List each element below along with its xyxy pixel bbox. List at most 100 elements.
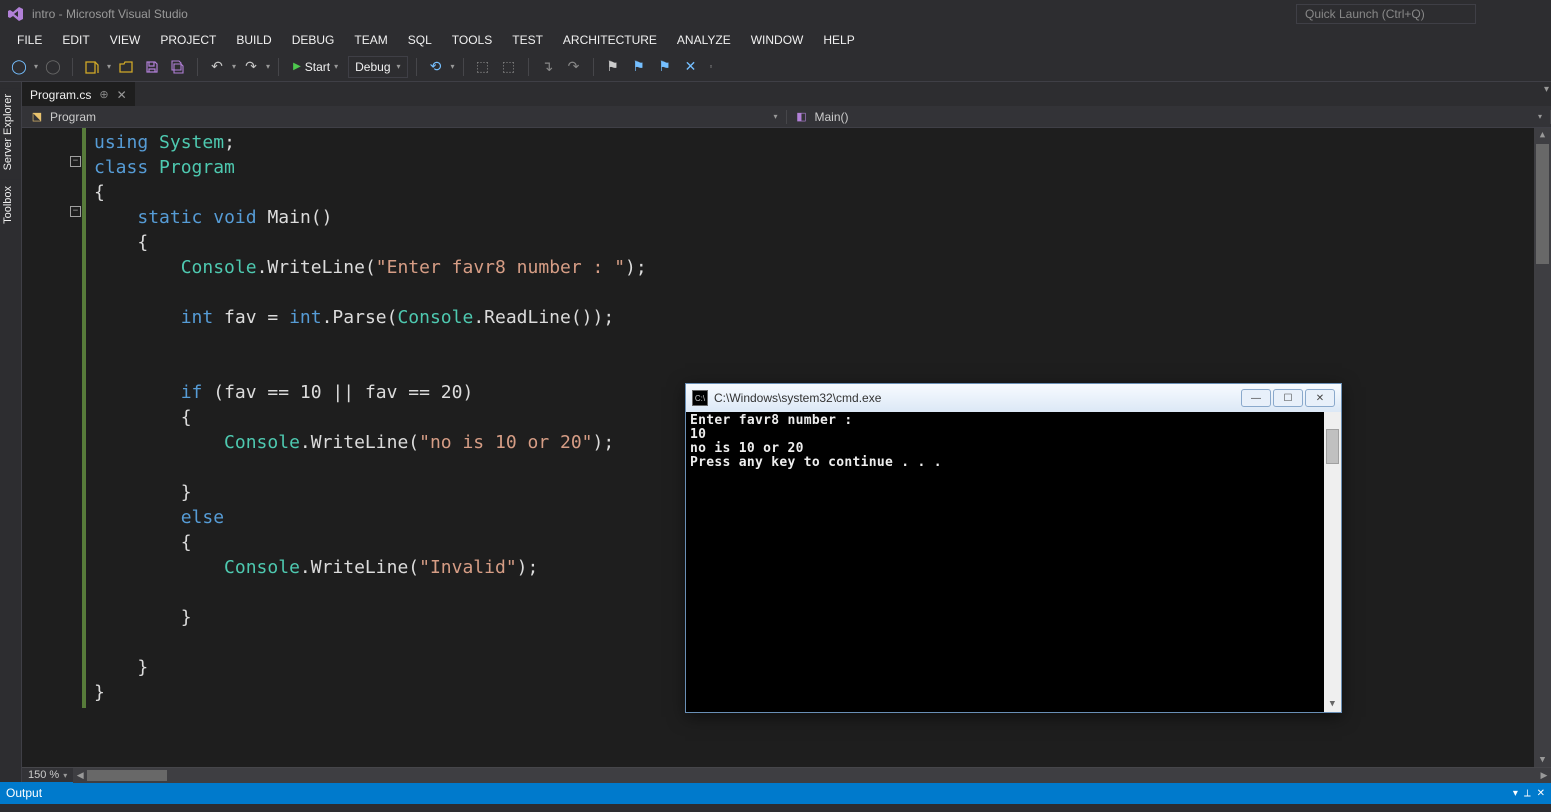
code-lines: using System; class Program { static voi… [82,128,647,767]
undo-icon[interactable]: ↶ [206,56,228,78]
window-position-icon[interactable]: ▾ [1513,788,1518,799]
menu-view[interactable]: VIEW [101,30,150,50]
menu-file[interactable]: FILE [8,30,51,50]
fold-gutter: − − [22,128,82,767]
toolbox-tab[interactable]: Toolbox [0,180,21,230]
breadcrumb-method[interactable]: ◧ Main() ▾ [787,110,1551,124]
scroll-left-icon[interactable]: ◀ [73,768,87,783]
chevron-down-icon: ▾ [63,771,67,780]
method-icon: ◧ [795,110,809,124]
menu-window[interactable]: WINDOW [742,30,813,50]
output-panel-header[interactable]: Output ▾ ⟂ ✕ [0,782,1551,804]
comment-out-icon[interactable]: ⬚ [472,56,494,78]
nav-forward-icon[interactable]: ◯ [42,56,64,78]
start-label: Start [305,60,330,74]
nav-back-icon[interactable]: ◯ [8,56,30,78]
new-project-icon[interactable] [81,56,103,78]
config-dropdown[interactable]: Debug ▾ [348,56,407,78]
menu-build[interactable]: BUILD [227,30,280,50]
bookmark-clear-icon[interactable]: ✕ [680,56,702,78]
breadcrumb-class-label: Program [50,110,96,124]
scroll-thumb[interactable] [1326,429,1339,464]
menu-edit[interactable]: EDIT [53,30,98,50]
redo-icon[interactable]: ↷ [240,56,262,78]
menu-bar: FILE EDIT VIEW PROJECT BUILD DEBUG TEAM … [0,28,1551,52]
breadcrumb-row: ⬔ Program ▾ ◧ Main() ▾ [22,106,1551,128]
zoom-label: 150 % [28,769,59,781]
scroll-thumb[interactable] [1536,144,1549,264]
console-line: 10 [690,427,706,442]
chevron-down-icon: ▾ [397,62,401,71]
fold-toggle-icon[interactable]: − [70,156,81,167]
console-line: Enter favr8 number : [690,413,853,428]
scroll-right-icon[interactable]: ▶ [1537,768,1551,783]
step-into-icon[interactable]: ↴ [537,56,559,78]
console-line: Press any key to continue . . . [690,455,942,470]
browser-link-icon[interactable]: ⟲ [425,56,447,78]
server-explorer-tab[interactable]: Server Explorer [0,88,21,176]
step-over-icon[interactable]: ↷ [563,56,585,78]
save-all-icon[interactable] [167,56,189,78]
chevron-down-icon: ▾ [773,112,777,121]
scroll-down-icon[interactable]: ▼ [1534,753,1551,767]
menu-sql[interactable]: SQL [399,30,441,50]
play-icon: ▶ [293,61,301,72]
config-label: Debug [355,60,390,74]
tab-row: Program.cs ⊕ ✕ ▾ [22,82,1551,106]
find-in-files-icon[interactable]: ⚑ [602,56,624,78]
scroll-down-icon[interactable]: ▼ [1324,695,1341,712]
scroll-thumb[interactable] [87,770,167,781]
console-title-text: C:\Windows\system32\cmd.exe [714,391,881,405]
console-scrollbar[interactable]: ▲ ▼ [1324,412,1341,712]
separator [197,58,198,76]
tab-overflow-chevron-icon[interactable]: ▾ [1544,84,1549,95]
auto-hide-pin-icon[interactable]: ⟂ [1524,788,1531,799]
separator [416,58,417,76]
separator [72,58,73,76]
bookmark-next-icon[interactable]: ⚑ [654,56,676,78]
toolbar: ◯ ▾ ◯ ▾ ↶ ▾ ↷ ▾ ▶ Start ▾ Debug ▾ ⟲ ▾ ⬚ … [0,52,1551,82]
close-tab-icon[interactable]: ✕ [117,88,127,102]
console-window[interactable]: C:\ C:\Windows\system32\cmd.exe — ☐ ✕ En… [685,383,1342,713]
open-file-icon[interactable] [115,56,137,78]
menu-architecture[interactable]: ARCHITECTURE [554,30,666,50]
close-button[interactable]: ✕ [1305,389,1335,407]
minimize-button[interactable]: — [1241,389,1271,407]
close-panel-icon[interactable]: ✕ [1537,788,1545,799]
console-output[interactable]: Enter favr8 number : 10 no is 10 or 20 P… [686,412,1341,712]
title-bar: intro - Microsoft Visual Studio Quick La… [0,0,1551,28]
menu-project[interactable]: PROJECT [151,30,225,50]
pin-icon[interactable]: ⊕ [99,88,108,101]
menu-tools[interactable]: TOOLS [443,30,501,50]
file-tab-program[interactable]: Program.cs ⊕ ✕ [22,82,135,106]
cmd-icon: C:\ [692,390,708,406]
change-indicator [82,128,86,708]
left-side-rail: Server Explorer Toolbox [0,82,22,782]
separator [278,58,279,76]
console-title-bar[interactable]: C:\ C:\Windows\system32\cmd.exe — ☐ ✕ [686,384,1341,412]
start-button[interactable]: ▶ Start ▾ [287,60,344,74]
vertical-scrollbar[interactable]: ▲ ▼ [1534,128,1551,767]
separator [528,58,529,76]
separator [463,58,464,76]
visual-studio-logo-icon [8,6,24,22]
uncomment-icon[interactable]: ⬚ [498,56,520,78]
menu-analyze[interactable]: ANALYZE [668,30,740,50]
maximize-button[interactable]: ☐ [1273,389,1303,407]
menu-team[interactable]: TEAM [345,30,396,50]
chevron-down-icon: ▾ [1538,112,1542,121]
breadcrumb-class[interactable]: ⬔ Program ▾ [22,110,787,124]
class-icon: ⬔ [30,110,44,124]
quick-launch-input[interactable]: Quick Launch (Ctrl+Q) [1296,4,1476,24]
zoom-dropdown[interactable]: 150 % ▾ [22,769,73,781]
file-tab-label: Program.cs [30,88,91,102]
menu-help[interactable]: HELP [814,30,863,50]
separator [593,58,594,76]
scroll-up-icon[interactable]: ▲ [1534,128,1551,142]
fold-toggle-icon[interactable]: − [70,206,81,217]
menu-test[interactable]: TEST [503,30,552,50]
menu-debug[interactable]: DEBUG [283,30,344,50]
bookmark-icon[interactable]: ⚑ [628,56,650,78]
horizontal-scrollbar[interactable]: ◀ ▶ [73,768,1551,783]
save-icon[interactable] [141,56,163,78]
